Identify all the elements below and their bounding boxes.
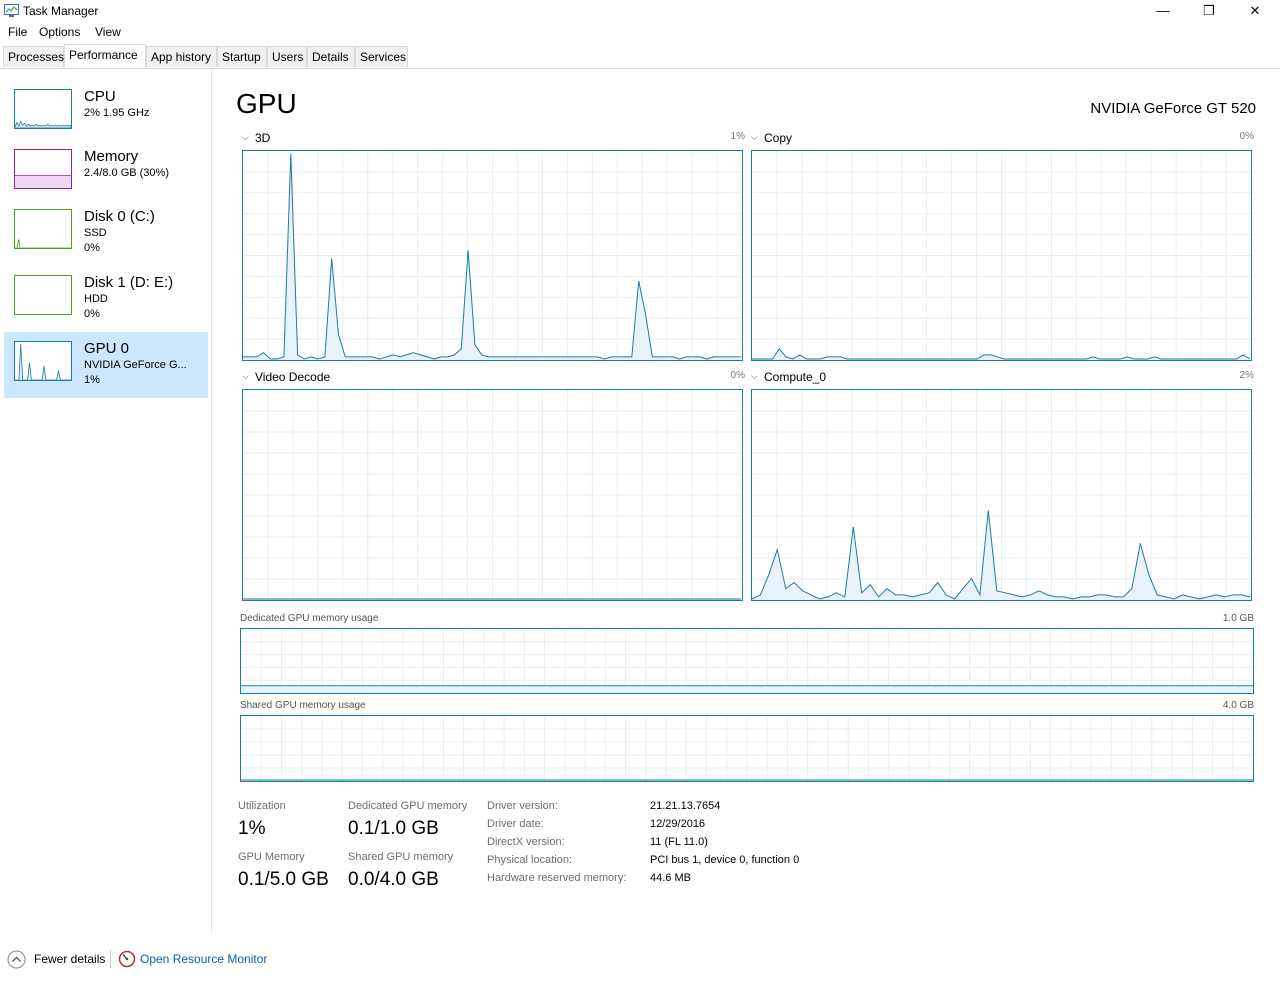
title-bar: Task Manager — ❐ ✕ xyxy=(0,0,1280,24)
utilization-value: 1% xyxy=(238,818,266,839)
sidebar-item-cpu[interactable]: CPU 2% 1.95 GHz xyxy=(4,82,208,148)
engine-video-decode-label[interactable]: Video Decode xyxy=(255,370,330,384)
sidebar-item-disk0[interactable]: Disk 0 (C:) SSD 0% xyxy=(4,202,208,268)
memory-thumbnail xyxy=(14,149,72,189)
directx-version-value: 11 (FL 11.0) xyxy=(650,836,708,848)
shared-gpu-memory-value: 0.0/4.0 GB xyxy=(348,869,439,890)
chevron-down-icon[interactable]: ⌵ xyxy=(751,132,758,143)
driver-version-label: Driver version: xyxy=(487,800,558,812)
tab-app-history[interactable]: App history xyxy=(146,46,217,67)
physical-location-value: PCI bus 1, device 0, function 0 xyxy=(650,854,800,866)
graph-grid xyxy=(752,151,1251,360)
graph-grid xyxy=(241,629,1253,693)
dedicated-gpu-memory-label: Dedicated GPU memory xyxy=(348,800,468,812)
sidebar-gpu0-line1: NVIDIA GeForce G... xyxy=(84,359,187,371)
sidebar-item-disk1[interactable]: Disk 1 (D: E:) HDD 0% xyxy=(4,268,208,334)
sidebar-memory-line1: 2.4/8.0 GB (30%) xyxy=(84,167,169,179)
graph-grid xyxy=(243,390,742,600)
tab-bar: Processes Performance App history Startu… xyxy=(0,44,1280,69)
sidebar: CPU 2% 1.95 GHz Memory 2.4/8.0 GB (30%) … xyxy=(0,68,212,932)
shared-gpu-memory-label: Shared GPU memory xyxy=(348,851,454,863)
graph-grid xyxy=(752,390,1251,600)
sidebar-item-memory[interactable]: Memory 2.4/8.0 GB (30%) xyxy=(4,142,208,208)
sidebar-memory-title: Memory xyxy=(84,148,139,165)
dedicated-memory-label: Dedicated GPU memory usage xyxy=(240,613,379,624)
shared-memory-graph xyxy=(240,715,1254,782)
engine-compute-graph xyxy=(751,389,1252,601)
driver-version-value: 21.21.13.7654 xyxy=(650,800,721,812)
engine-video-decode-graph xyxy=(242,389,743,601)
driver-date-label: Driver date: xyxy=(487,818,544,830)
sidebar-disk1-line1: HDD xyxy=(84,293,108,305)
chevron-down-icon[interactable]: ⌵ xyxy=(242,371,249,382)
sidebar-disk0-line2: 0% xyxy=(84,242,100,254)
page-title: GPU xyxy=(236,88,297,119)
chevron-down-icon[interactable]: ⌵ xyxy=(242,132,249,143)
engine-copy-percent: 0% xyxy=(1239,131,1254,142)
task-manager-icon xyxy=(4,4,19,17)
sidebar-disk1-line2: 0% xyxy=(84,308,100,320)
gpu0-thumbnail xyxy=(14,341,72,381)
chevron-down-icon[interactable]: ⌵ xyxy=(751,371,758,382)
engine-copy-label[interactable]: Copy xyxy=(764,131,792,145)
resource-monitor-icon[interactable] xyxy=(118,950,136,968)
directx-version-label: DirectX version: xyxy=(487,836,565,848)
tab-startup[interactable]: Startup xyxy=(217,46,267,67)
sidebar-cpu-line1: 2% 1.95 GHz xyxy=(84,107,150,119)
tab-users[interactable]: Users xyxy=(267,46,307,67)
driver-date-value: 12/29/2016 xyxy=(650,818,706,830)
engine-video-decode-percent: 0% xyxy=(730,370,745,381)
engine-compute-label[interactable]: Compute_0 xyxy=(764,370,826,384)
fewer-details-button[interactable]: Fewer details xyxy=(34,952,105,966)
disk1-thumbnail xyxy=(14,275,72,315)
sidebar-disk0-line1: SSD xyxy=(84,227,107,239)
tab-processes[interactable]: Processes xyxy=(3,46,64,67)
graph-grid xyxy=(243,151,742,360)
tab-performance[interactable]: Performance xyxy=(64,44,146,67)
window-title: Task Manager xyxy=(23,4,99,18)
open-resource-monitor-link[interactable]: Open Resource Monitor xyxy=(140,952,267,966)
fewer-details-chevron-up-icon[interactable] xyxy=(7,950,26,969)
dedicated-gpu-memory-value: 0.1/1.0 GB xyxy=(348,818,439,839)
hardware-reserved-memory-label: Hardware reserved memory: xyxy=(487,872,627,884)
sidebar-item-gpu0[interactable]: GPU 0 NVIDIA GeForce G... 1% xyxy=(4,332,208,398)
gpu-memory-label: GPU Memory xyxy=(238,851,305,863)
physical-location-label: Physical location: xyxy=(487,854,572,866)
menu-options[interactable]: Options xyxy=(39,25,80,39)
engine-compute-percent: 2% xyxy=(1239,370,1254,381)
close-button[interactable]: ✕ xyxy=(1232,0,1278,24)
sidebar-cpu-title: CPU xyxy=(84,88,116,105)
sidebar-gpu0-line2: 1% xyxy=(84,374,100,386)
usage-fill xyxy=(241,685,1253,693)
graph-grid xyxy=(241,716,1253,781)
dedicated-memory-graph xyxy=(240,628,1254,694)
menu-file[interactable]: File xyxy=(8,25,27,39)
tab-details[interactable]: Details xyxy=(307,46,355,67)
tab-services[interactable]: Services xyxy=(355,46,408,67)
restore-button[interactable]: ❐ xyxy=(1186,0,1232,24)
shared-memory-max: 4.0 GB xyxy=(1222,700,1254,711)
utilization-label: Utilization xyxy=(238,800,286,812)
disk0-thumbnail xyxy=(14,209,72,249)
gpu-memory-value: 0.1/5.0 GB xyxy=(238,869,329,890)
gpu-model-name: NVIDIA GeForce GT 520 xyxy=(1090,100,1256,117)
cpu-thumbnail xyxy=(14,89,72,129)
minimize-button[interactable]: — xyxy=(1140,0,1186,24)
menu-view[interactable]: View xyxy=(95,25,121,39)
shared-memory-label: Shared GPU memory usage xyxy=(240,700,366,711)
dedicated-memory-max: 1.0 GB xyxy=(1222,613,1254,624)
sidebar-gpu0-title: GPU 0 xyxy=(84,340,130,357)
hardware-reserved-memory-value: 44.6 MB xyxy=(650,872,691,884)
engine-copy-graph xyxy=(751,150,1252,361)
engine-3d-label[interactable]: 3D xyxy=(255,131,270,145)
sidebar-disk0-title: Disk 0 (C:) xyxy=(84,208,155,225)
engine-3d-graph xyxy=(242,150,743,361)
engine-3d-percent: 1% xyxy=(730,131,745,142)
footer-divider xyxy=(110,950,111,968)
sidebar-disk1-title: Disk 1 (D: E:) xyxy=(84,274,174,291)
